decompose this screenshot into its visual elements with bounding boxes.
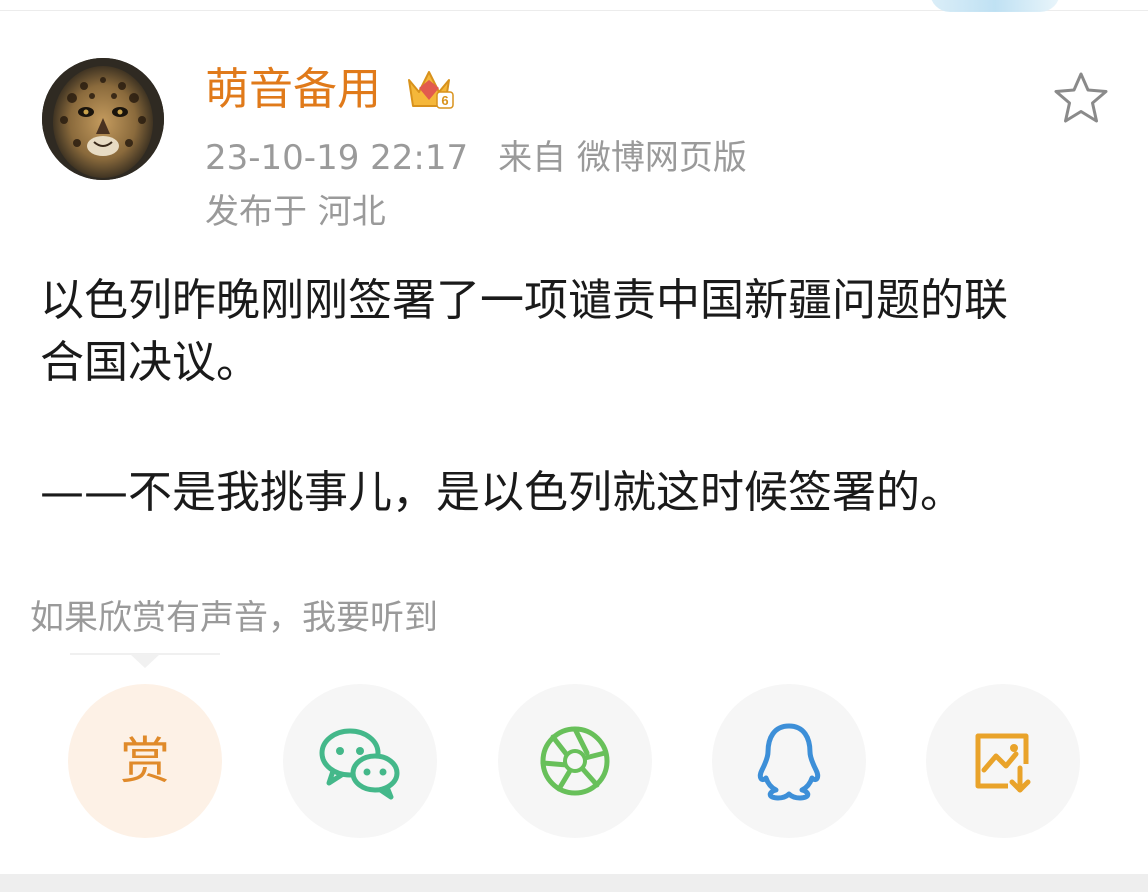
post-meta: 23-10-19 22:17 来自 微博网页版 [205,136,747,180]
favorite-star-icon[interactable] [1050,68,1112,130]
post-source: 来自 微博网页版 [498,138,747,178]
bottom-bar [0,874,1148,892]
share-qq-button[interactable] [712,684,866,838]
top-banner-decoration [930,0,1060,12]
reward-prompt: 如果欣赏有声音，我要听到 [30,598,438,638]
post-datetime: 23-10-19 22:17 [205,138,469,178]
post-content-line: 合国决议。 [40,337,260,388]
moments-icon [540,726,610,796]
post-content-line: 以色列昨晚刚刚签署了一项谴责中国新疆问题的联 [40,275,1008,326]
reward-icon: 赏 [120,732,170,790]
reward-button[interactable]: 赏 [68,684,222,838]
avatar[interactable] [42,58,164,180]
post-location: 发布于 河北 [205,192,386,232]
save-image-icon [975,733,1031,793]
share-moments-button[interactable] [498,684,652,838]
post-content-line: ——不是我挑事儿，是以色列就这时候签署的。 [40,467,964,518]
vip-crown-icon[interactable]: 6 [405,66,455,114]
svg-text:6: 6 [441,93,448,108]
tooltip-pointer [130,654,160,668]
share-wechat-button[interactable] [283,684,437,838]
save-image-button[interactable] [926,684,1080,838]
username[interactable]: 萌音备用 [205,62,381,118]
avatar-image [42,58,164,180]
qq-icon [757,723,821,801]
wechat-icon [319,728,400,800]
